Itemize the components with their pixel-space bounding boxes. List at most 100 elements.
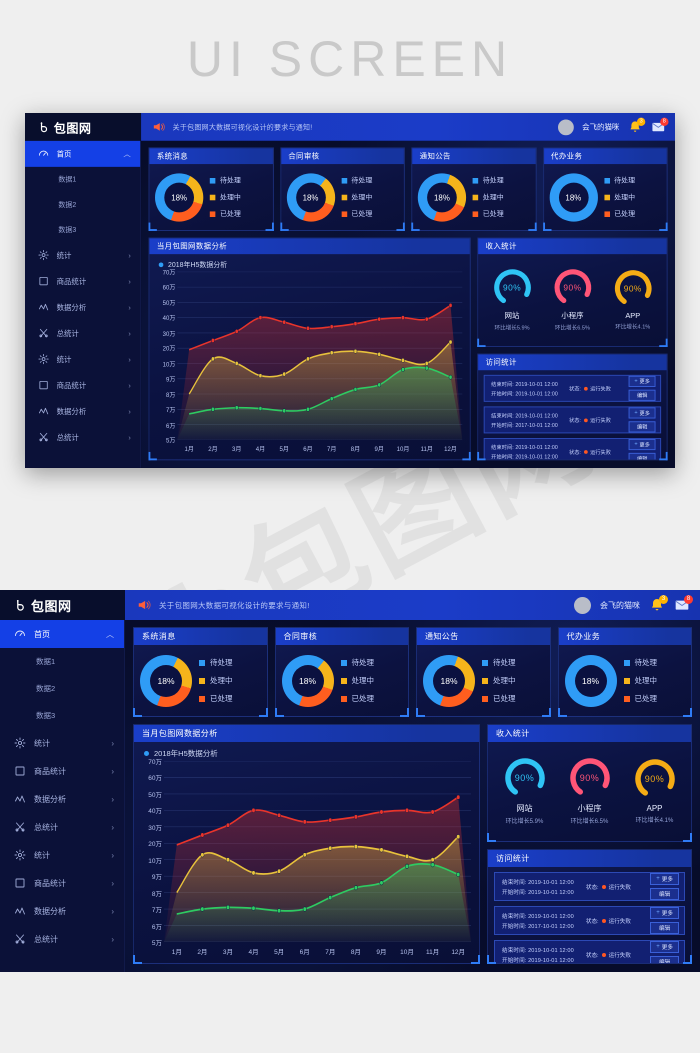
x-tick-label: 4月 (255, 446, 266, 453)
x-tick-label: 8月 (350, 949, 361, 956)
edit-button[interactable]: 编辑 (650, 888, 679, 900)
list-item[interactable]: 结束时间: 2019-10-01 12:00 开始时间: 2019-10-01 1… (494, 872, 685, 901)
sidebar-item-商品统计[interactable]: 商品统计 › (25, 372, 140, 398)
mail-button[interactable]: 8 (651, 117, 669, 135)
sidebar-item-数据2[interactable]: 数据2 (0, 675, 124, 702)
legend-swatch (472, 177, 479, 184)
zigzag-icon (14, 905, 26, 917)
corner-decor (683, 955, 692, 964)
legend-item: 处理中 (341, 192, 372, 202)
sidebar-item-首页[interactable]: 首页 ︿ (25, 140, 141, 167)
stat-card[interactable]: 合同审核 18% 待处理 处理中 已处理 (274, 627, 409, 717)
row-times: 结束时间: 2019-10-01 12:00 开始时间: 2017-10-01 1… (491, 412, 558, 428)
chevron-icon: › (128, 328, 131, 338)
status-dot-icon (601, 884, 606, 889)
sidebar-item-统计[interactable]: 统计 › (25, 346, 140, 372)
sidebar-item-总统计[interactable]: 总统计 › (25, 424, 140, 450)
stat-card-title: 系统消息 (134, 628, 267, 645)
speedometer-icon (14, 628, 26, 640)
sidebar-item-统计[interactable]: 统计 › (0, 841, 124, 869)
sidebar-item-数据1[interactable]: 数据1 (0, 648, 124, 675)
mail-button[interactable]: 8 (674, 595, 693, 613)
notification-bell-button[interactable]: 3 (628, 117, 646, 135)
sidebar-item-商品统计[interactable]: 商品统计 › (0, 869, 124, 897)
sidebar-item-数据3[interactable]: 数据3 (25, 217, 140, 242)
y-tick-label: 40万 (162, 315, 176, 323)
stat-card[interactable]: 通知公告 18% 待处理 处理中 已处理 (416, 627, 551, 717)
username[interactable]: 会飞的猫咪 (600, 600, 640, 611)
analysis-panel: 当月包图网数据分析 2018年H5数据分析 70万 60万 50万 40万 30万 20万 10… (148, 237, 471, 461)
edit-button[interactable]: 编辑 (650, 956, 679, 963)
gauge: 90% 小程序 环比增长6.5% (552, 267, 593, 331)
square-icon (38, 380, 49, 391)
gear-icon (14, 737, 26, 749)
edit-button[interactable]: 编辑 (628, 389, 656, 401)
sidebar-item-商品统计[interactable]: 商品统计 › (0, 757, 124, 785)
app-logo[interactable]: 包图网 (0, 590, 125, 620)
edit-button[interactable]: 编辑 (628, 452, 656, 460)
sidebar-item-统计[interactable]: 统计 › (0, 729, 124, 757)
list-item[interactable]: 结束时间: 2019-10-01 12:00 开始时间: 2017-10-01 1… (494, 906, 685, 935)
stat-card[interactable]: 代办业务 18% 待处理 处理中 已处理 (557, 627, 692, 717)
chevron-icon: › (128, 276, 131, 286)
speedometer-icon (38, 148, 49, 159)
sidebar-item-数据分析[interactable]: 数据分析 › (0, 785, 124, 813)
more-button[interactable]: + 更多 (628, 375, 656, 387)
notice-text[interactable]: 关于包图网大数据可视化设计的要求与通知! (173, 122, 313, 132)
sidebar-item-数据2[interactable]: 数据2 (25, 192, 140, 217)
list-item[interactable]: 结束时间: 2019-10-01 12:00 开始时间: 2017-10-01 1… (483, 406, 662, 434)
avatar[interactable] (574, 596, 591, 614)
x-tick-label: 11月 (420, 446, 433, 453)
sidebar-item-总统计[interactable]: 总统计 › (0, 813, 124, 841)
stat-card[interactable]: 通知公告 18% 待处理 处理中 已处理 (411, 147, 537, 231)
edit-button[interactable]: 编辑 (628, 421, 656, 433)
stat-card[interactable]: 代办业务 18% 待处理 处理中 已处理 (542, 147, 668, 231)
sidebar-sub-label: 数据3 (36, 711, 56, 720)
legend-swatch (340, 659, 347, 666)
stat-card[interactable]: 系统消息 18% 待处理 处理中 已处理 (133, 627, 268, 717)
sidebar-item-统计[interactable]: 统计 › (25, 242, 140, 268)
legend-item: 已处理 (341, 209, 372, 219)
line-chart: 70万 60万 50万 40万 30万 20万 10万 9万 8万 7万 6万 5万 1月 2月 3月 4月 5… (138, 759, 471, 959)
gauge-row: 90% 网站 环比增长5.9% 90% 小程序 环比增长6.5% 90% APP 环比增长4.1… (478, 254, 667, 346)
list-item[interactable]: 结束时间: 2019-10-01 12:00 开始时间: 2019-10-01 1… (494, 940, 685, 963)
legend-item: 处理中 (603, 192, 635, 202)
sidebar-item-数据分析[interactable]: 数据分析 › (0, 897, 124, 925)
gauge-value: 90% (563, 282, 582, 293)
app-logo[interactable]: 包图网 (25, 113, 142, 141)
sidebar-item-商品统计[interactable]: 商品统计 › (25, 268, 140, 294)
stat-card[interactable]: 合同审核 18% 待处理 处理中 已处理 (279, 147, 405, 231)
corner-decor (471, 955, 480, 964)
notice-text[interactable]: 关于包图网大数据可视化设计的要求与通知! (159, 600, 310, 611)
donut-legend: 待处理 处理中 已处理 (623, 657, 657, 704)
notification-bell-button[interactable]: 3 (649, 595, 668, 613)
chevron-icon: › (111, 738, 114, 748)
list-item[interactable]: 结束时间: 2019-10-01 12:00 开始时间: 2019-10-01 1… (483, 374, 662, 402)
edit-button[interactable]: 编辑 (650, 922, 679, 934)
avatar[interactable] (558, 119, 574, 135)
gauge-ring: 90% (633, 757, 677, 801)
username[interactable]: 会飞的猫咪 (582, 122, 619, 132)
stat-card[interactable]: 系统消息 18% 待处理 处理中 已处理 (148, 147, 274, 231)
list-item[interactable]: 结束时间: 2019-10-01 12:00 开始时间: 2019-10-01 1… (483, 438, 662, 460)
sidebar-item-数据3[interactable]: 数据3 (0, 702, 124, 729)
sidebar-item-数据1[interactable]: 数据1 (25, 167, 140, 192)
more-button[interactable]: + 更多 (650, 873, 679, 885)
more-button[interactable]: + 更多 (650, 907, 679, 919)
sidebar-item-首页[interactable]: 首页 ︿ (0, 620, 124, 648)
gear-icon (38, 354, 49, 365)
status-dot-icon (583, 449, 588, 454)
sidebar-item-总统计[interactable]: 总统计 › (0, 925, 124, 953)
more-button[interactable]: + 更多 (628, 407, 656, 419)
sidebar-item-数据分析[interactable]: 数据分析 › (25, 398, 140, 424)
more-button[interactable]: + 更多 (628, 438, 656, 451)
square-icon (38, 276, 49, 287)
y-tick-label: 8万 (151, 890, 162, 898)
legend-item: 已处理 (199, 693, 233, 704)
sidebar-item-总统计[interactable]: 总统计 › (25, 320, 140, 346)
legend-swatch (209, 194, 216, 200)
more-button[interactable]: + 更多 (650, 941, 679, 953)
legend-label: 待处理 (614, 176, 636, 185)
sidebar-item-数据分析[interactable]: 数据分析 › (25, 294, 140, 320)
chevron-icon: › (111, 766, 114, 776)
